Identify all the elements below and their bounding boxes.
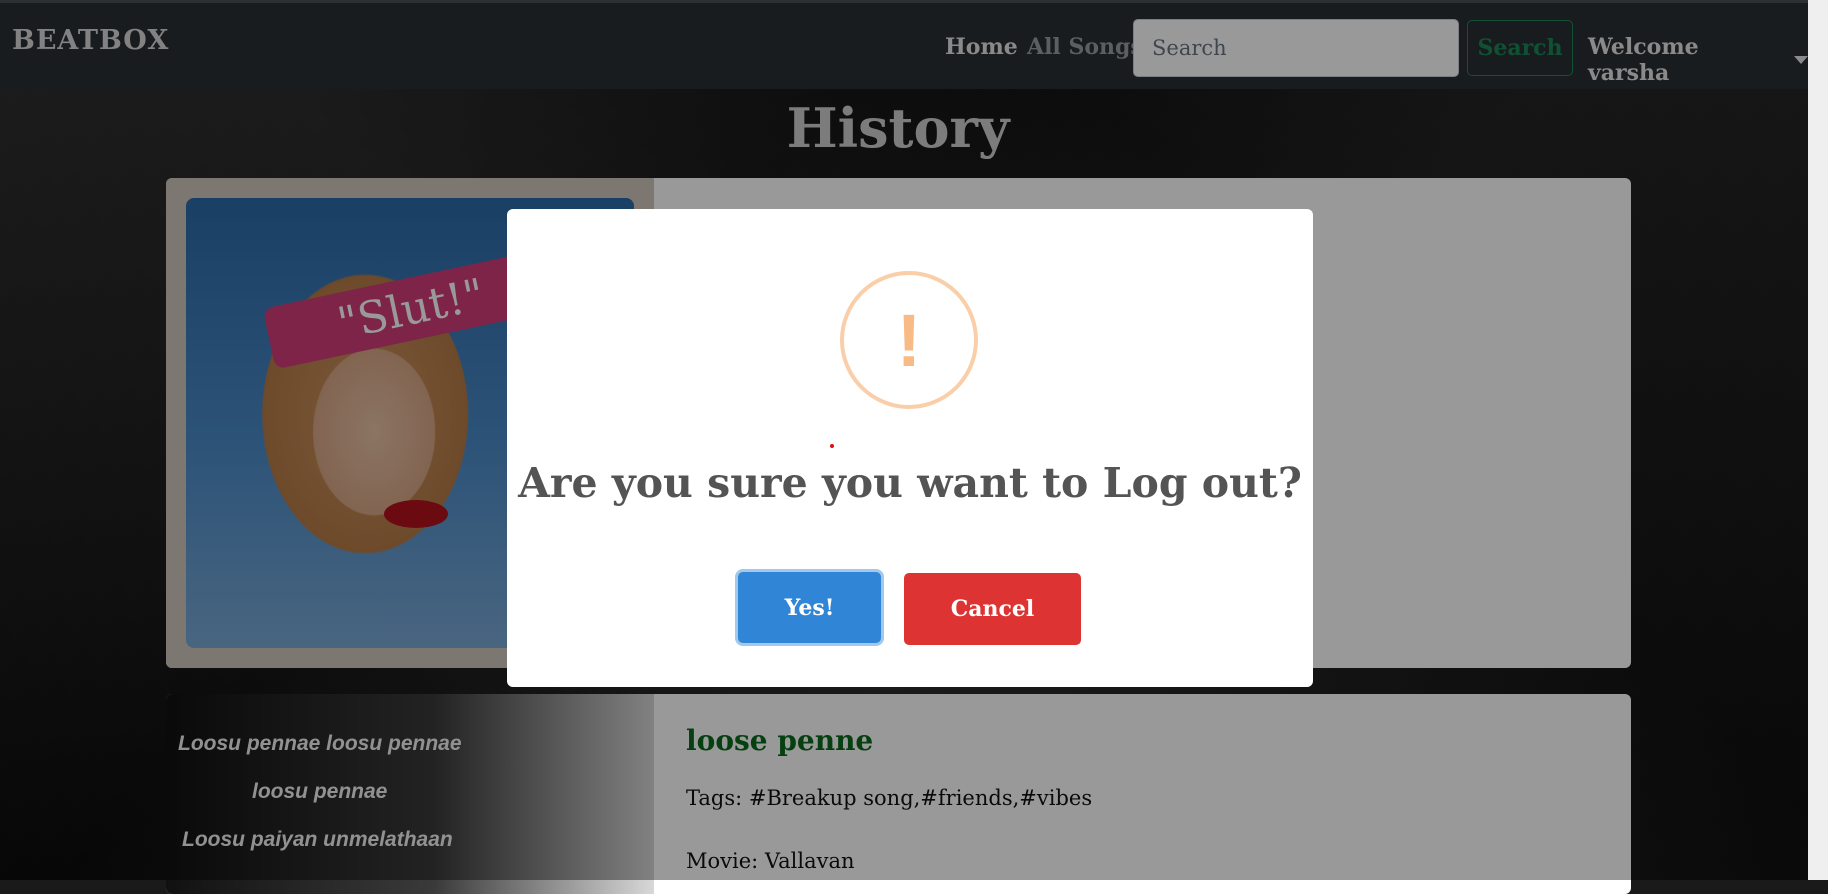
exclamation-glyph: ! bbox=[896, 298, 922, 382]
cursor-dot bbox=[830, 444, 834, 448]
dialog-title: Are you sure you want to Log out? bbox=[518, 459, 1302, 507]
confirm-logout-button[interactable]: Yes! bbox=[738, 572, 881, 643]
cancel-button[interactable]: Cancel bbox=[904, 573, 1081, 645]
exclamation-icon: ! bbox=[840, 271, 978, 409]
scrollbar[interactable] bbox=[1808, 0, 1828, 880]
logout-confirm-dialog: ! Are you sure you want to Log out? Yes!… bbox=[507, 209, 1313, 687]
